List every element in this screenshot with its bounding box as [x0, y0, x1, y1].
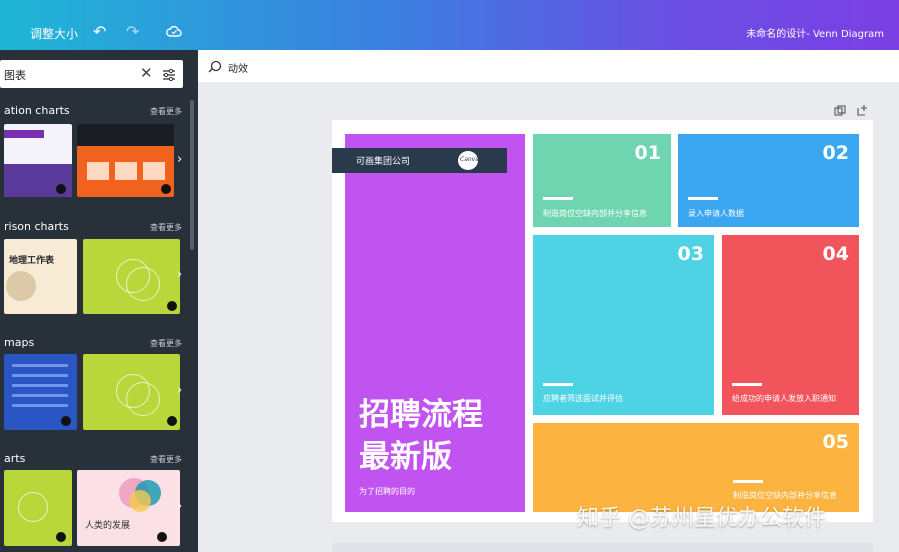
- chevron-right-icon[interactable]: ›: [177, 499, 182, 514]
- next-page-edge[interactable]: [332, 543, 873, 552]
- clear-icon[interactable]: ✕: [140, 64, 153, 82]
- see-more-link[interactable]: 查看更多: [150, 106, 182, 117]
- search-box[interactable]: 图表 ✕: [0, 60, 183, 88]
- step-caption: 应聘者筛选面试并评估: [543, 394, 623, 403]
- template-thumbnail[interactable]: [83, 239, 180, 314]
- chevron-right-icon[interactable]: ›: [177, 383, 182, 398]
- step-number: 05: [822, 431, 849, 453]
- pro-badge-icon: [61, 416, 71, 426]
- canva-logo: Canva: [458, 151, 479, 170]
- thumbnail-title: 地理工作表: [9, 256, 55, 266]
- step-caption: 制造岗位空缺内部并分享信息: [543, 209, 647, 218]
- step-number: 03: [677, 243, 704, 265]
- step-tile-03[interactable]: 03 应聘者筛选面试并评估: [533, 235, 714, 415]
- company-name[interactable]: 可画集团公司: [356, 154, 410, 167]
- pro-badge-icon: [56, 532, 66, 542]
- see-more-link[interactable]: 查看更多: [150, 454, 182, 465]
- step-tile-01[interactable]: 01 制造岗位空缺内部并分享信息: [533, 134, 671, 227]
- step-number: 04: [822, 243, 849, 265]
- subtitle[interactable]: 为了招聘的目的: [359, 486, 415, 497]
- template-thumbnail[interactable]: [4, 354, 77, 430]
- resize-button[interactable]: 调整大小: [30, 25, 78, 42]
- step-caption: 给成功的申请人发放入职通知: [732, 394, 836, 403]
- main-title-line2[interactable]: 最新版: [359, 438, 452, 476]
- step-number: 01: [634, 142, 661, 164]
- title-panel[interactable]: 招聘流程 最新版 为了招聘的目的: [345, 134, 525, 512]
- template-thumbnail[interactable]: [4, 470, 72, 546]
- sidebar-scrollbar[interactable]: [190, 100, 194, 250]
- pro-badge-icon: [167, 301, 177, 311]
- company-banner[interactable]: 可画集团公司 Canva: [332, 148, 507, 173]
- template-thumbnail[interactable]: [83, 354, 180, 430]
- editor-toolbar: 动效: [198, 50, 899, 82]
- section-title: ation charts: [4, 104, 70, 117]
- template-thumbnail[interactable]: 人类的发展: [77, 470, 180, 546]
- chevron-right-icon[interactable]: ›: [177, 267, 182, 282]
- chevron-right-icon[interactable]: ›: [177, 152, 182, 167]
- search-input[interactable]: 图表: [4, 67, 26, 83]
- step-caption: 录入申请人数据: [688, 209, 744, 218]
- divider: [732, 383, 762, 386]
- pro-badge-icon: [167, 416, 177, 426]
- template-thumbnail[interactable]: 地理工作表: [4, 239, 77, 314]
- template-thumbnail[interactable]: [4, 124, 72, 197]
- animate-button[interactable]: 动效: [228, 60, 248, 75]
- divider: [543, 383, 573, 386]
- see-more-link[interactable]: 查看更多: [150, 222, 182, 233]
- thumbnail-title: 人类的发展: [85, 521, 131, 531]
- cloud-save-icon[interactable]: [166, 23, 182, 42]
- pro-badge-icon: [161, 184, 171, 194]
- pro-badge-icon: [157, 532, 167, 542]
- main-title-line1[interactable]: 招聘流程: [359, 396, 483, 434]
- redo-icon[interactable]: ↷: [126, 22, 139, 41]
- section-title: arts: [4, 452, 26, 465]
- section-title: maps: [4, 336, 35, 349]
- animate-icon[interactable]: [208, 59, 222, 78]
- see-more-link[interactable]: 查看更多: [150, 338, 182, 349]
- step-tile-05[interactable]: 05 制造岗位空缺内部并分享信息: [533, 423, 859, 512]
- template-thumbnail[interactable]: [77, 124, 174, 197]
- step-tile-02[interactable]: 02 录入申请人数据: [678, 134, 859, 227]
- top-toolbar: 调整大小 ↶ ↷ 未命名的设计- Venn Diagram: [0, 0, 899, 50]
- design-page[interactable]: 招聘流程 最新版 为了招聘的目的 可画集团公司 Canva 01 制造岗位空缺内…: [332, 120, 873, 522]
- divider: [688, 197, 718, 200]
- step-number: 02: [822, 142, 849, 164]
- divider: [733, 480, 763, 483]
- add-page-icon[interactable]: [856, 101, 868, 120]
- duplicate-page-icon[interactable]: [834, 102, 846, 121]
- section-title: rison charts: [4, 220, 69, 233]
- document-title[interactable]: 未命名的设计- Venn Diagram: [746, 25, 884, 40]
- step-tile-04[interactable]: 04 给成功的申请人发放入职通知: [722, 235, 859, 415]
- divider: [543, 197, 573, 200]
- pro-badge-icon: [56, 184, 66, 194]
- filter-icon[interactable]: [162, 67, 176, 86]
- watermark-text: 知乎 @苏州星优办公软件: [577, 506, 826, 531]
- undo-icon[interactable]: ↶: [93, 22, 106, 41]
